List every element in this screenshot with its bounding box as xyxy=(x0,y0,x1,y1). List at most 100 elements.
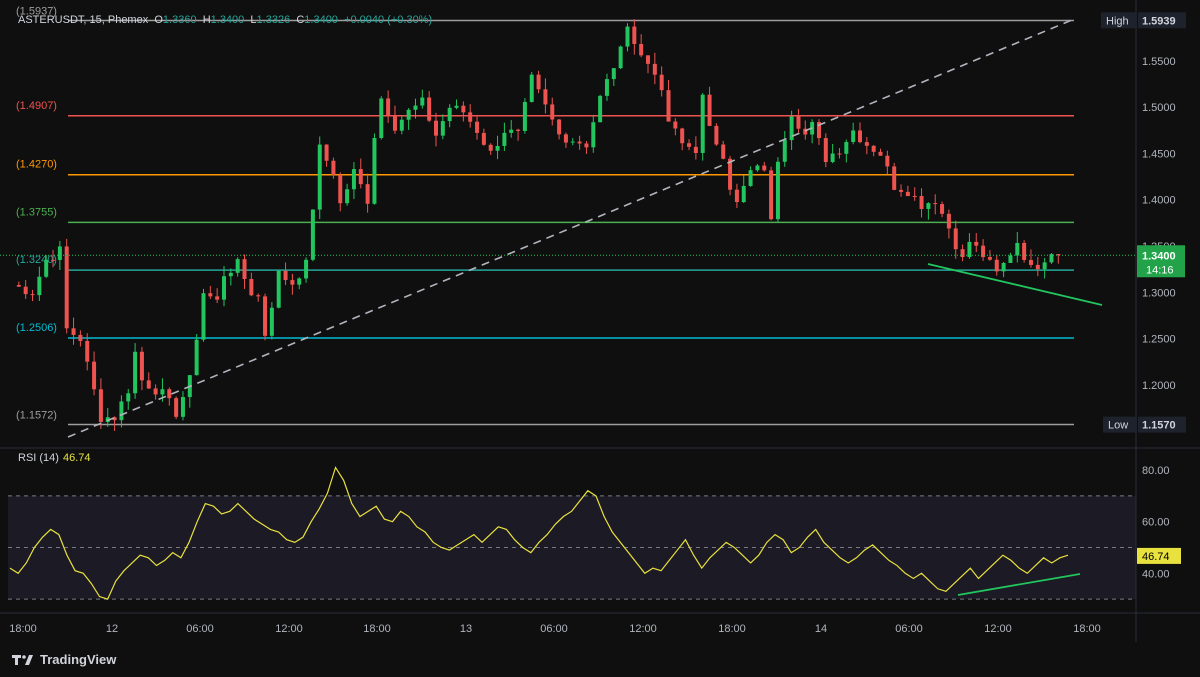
candle-body xyxy=(379,98,384,139)
candle-body xyxy=(392,116,397,131)
candle-body xyxy=(693,146,698,153)
price-level-label: (1.2506) xyxy=(16,322,57,334)
candle-body xyxy=(304,259,309,279)
candle-body xyxy=(139,351,144,381)
candle-body xyxy=(516,129,521,131)
candle-body xyxy=(700,94,705,153)
candle-body xyxy=(126,393,131,402)
high-badge-label: High xyxy=(1106,15,1129,27)
candle-body xyxy=(228,272,233,277)
candle-body xyxy=(591,122,596,148)
candle-body xyxy=(461,105,466,113)
candle-body xyxy=(919,196,924,209)
candle-body xyxy=(365,184,370,204)
candle-body xyxy=(905,191,910,197)
candle-body xyxy=(502,132,507,146)
candle-body xyxy=(714,125,719,145)
candle-body xyxy=(912,196,917,198)
candle-body xyxy=(830,153,835,163)
candle-body xyxy=(44,259,49,277)
candle-body xyxy=(290,280,295,285)
price-tick-label: 1.3000 xyxy=(1142,287,1176,299)
candle-body xyxy=(235,259,240,273)
candle-body xyxy=(98,389,103,422)
time-tick-label: 14 xyxy=(815,623,827,635)
candle-body xyxy=(399,119,404,131)
time-tick-label: 12:00 xyxy=(275,623,303,635)
candle-body xyxy=(57,246,62,260)
price-level-label: (1.1572) xyxy=(16,409,57,421)
candle-body xyxy=(782,140,787,162)
candle-body xyxy=(864,142,869,146)
candle-body xyxy=(646,55,650,64)
candle-body xyxy=(1008,255,1013,263)
tradingview-brand[interactable]: TradingView xyxy=(12,652,116,667)
candle-body xyxy=(577,141,582,144)
chart-canvas[interactable]: 1.55001.50001.45001.40001.35001.30001.25… xyxy=(0,0,1200,677)
candle-body xyxy=(345,189,350,204)
candle-body xyxy=(953,228,958,250)
open-label: O xyxy=(154,14,163,26)
candle-body xyxy=(618,46,623,69)
price-tick-label: 1.5000 xyxy=(1142,102,1176,114)
time-tick-label: 06:00 xyxy=(186,623,214,635)
candle-body xyxy=(974,241,979,246)
candle-body xyxy=(543,89,548,105)
rsi-label: RSI (14) xyxy=(18,452,59,464)
bar-countdown: 14:16 xyxy=(1146,264,1174,276)
last-price-value: 1.3400 xyxy=(1142,250,1176,262)
candle-body xyxy=(481,132,486,145)
time-tick-label: 13 xyxy=(460,623,472,635)
candle-body xyxy=(331,160,336,175)
symbol-label: ASTERUSDT, 15, Phemex xyxy=(18,14,149,26)
candle-body xyxy=(522,101,527,131)
high-label: H xyxy=(202,14,211,26)
time-tick-label: 06:00 xyxy=(540,623,568,635)
candle-body xyxy=(488,144,493,151)
candle-body xyxy=(413,105,418,110)
candle-body xyxy=(194,339,199,376)
price-level-label: (1.4907) xyxy=(16,100,57,112)
candle-body xyxy=(167,389,172,399)
candle-body xyxy=(604,79,609,96)
candle-body xyxy=(92,361,97,390)
candle-body xyxy=(51,259,56,261)
candle-body xyxy=(673,121,678,129)
time-tick-label: 12:00 xyxy=(629,623,657,635)
candle-body xyxy=(632,26,637,44)
tradingview-logo-icon xyxy=(12,654,33,665)
rsi-last-value: 46.74 xyxy=(1142,551,1170,563)
candle-body xyxy=(762,165,767,171)
brand-name: TradingView xyxy=(40,652,117,667)
candle-body xyxy=(324,144,329,161)
price-level-label: (1.3240) xyxy=(16,254,57,266)
candle-body xyxy=(858,130,862,143)
candle-body xyxy=(160,389,165,395)
candle-body xyxy=(755,165,760,171)
candle-body xyxy=(215,296,220,300)
candle-body xyxy=(372,138,377,204)
candle-body xyxy=(71,328,76,335)
candle-body xyxy=(310,209,315,260)
candle-body xyxy=(447,107,452,122)
candle-body xyxy=(687,143,692,147)
candle-body xyxy=(707,94,712,126)
candle-body xyxy=(666,90,671,122)
candle-body xyxy=(174,398,179,417)
change-value: +0.0040 (+0.30%) xyxy=(344,14,433,26)
price-tick-label: 1.5500 xyxy=(1142,56,1176,68)
time-tick-label: 06:00 xyxy=(895,623,923,635)
candle-body xyxy=(440,121,445,136)
candle-body xyxy=(276,270,281,308)
candle-body xyxy=(133,351,138,394)
candle-body xyxy=(987,257,992,260)
candle-body xyxy=(454,105,459,108)
candle-body xyxy=(899,189,904,192)
candle-body xyxy=(263,296,268,336)
candle-body xyxy=(796,116,801,129)
candle-body xyxy=(427,97,432,121)
symbol-header: ASTERUSDT, 15, Phemex O1.3360 H1.3400 L1… xyxy=(18,14,432,26)
candle-body xyxy=(16,284,21,287)
time-tick-label: 18:00 xyxy=(1073,623,1101,635)
candle-body xyxy=(994,259,999,272)
